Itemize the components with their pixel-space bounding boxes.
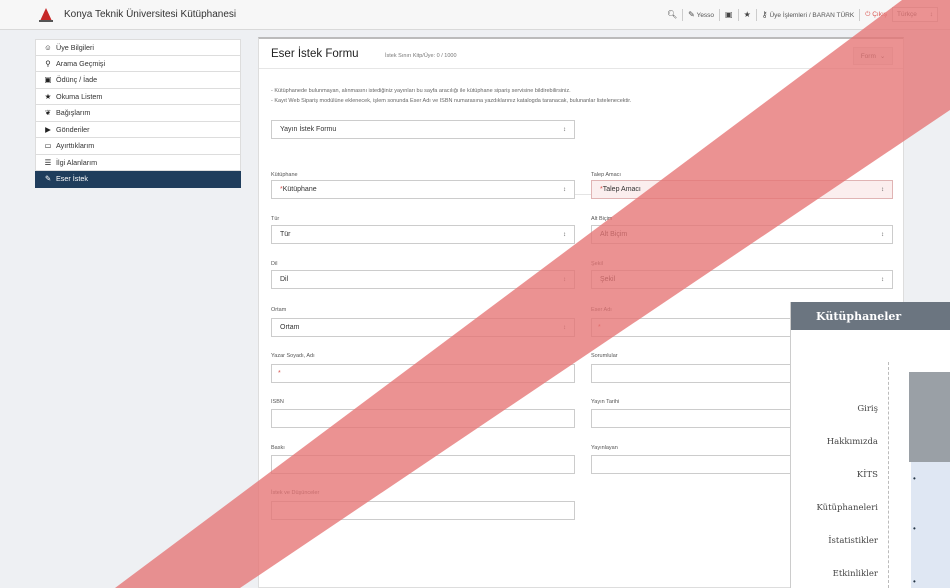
account-menu[interactable]: ⚷ Üye İşlemleri / BARAN TÜRK — [762, 10, 854, 19]
author-input[interactable]: * — [271, 364, 575, 383]
overlay-news-panel — [911, 462, 950, 588]
search-icon[interactable]: 🔍︎ — [667, 10, 677, 19]
sidebar-item-reservations[interactable]: ▭ Ayırttıklarım — [35, 138, 241, 155]
title-label: Eser Adı — [591, 307, 612, 313]
medium-select[interactable]: Ortam ↕ — [271, 318, 575, 337]
overlay-nav: Giriş Hakkımızda KİTS Kütüphaneleri İsta… — [791, 362, 889, 588]
shape-label: Şekil — [591, 261, 603, 267]
exit-button[interactable]: ⏻ Çıkış — [865, 11, 887, 19]
user-icon: ☺ — [44, 42, 52, 52]
library-select[interactable]: *Kütüphane ↕ — [271, 180, 575, 199]
language-label: Dil — [271, 261, 278, 267]
sort-arrows-icon: ↕ — [563, 186, 566, 193]
edition-input[interactable] — [271, 455, 575, 474]
sidebar: ☺ Üye Bilgileri ⚲ Arama Geçmişi ▣ Ödünç / İ… — [35, 39, 241, 188]
sort-arrows-icon: ↕ — [563, 324, 566, 331]
isbn-label: ISBN — [271, 399, 284, 405]
edit-icon: ✎ — [688, 10, 695, 19]
library-label: Kütüphane — [271, 172, 298, 178]
type-select[interactable]: Tür ↕ — [271, 225, 575, 244]
isbn-input[interactable] — [271, 409, 575, 428]
sort-arrows-icon: ↕ — [563, 126, 566, 133]
calendar-icon[interactable]: ▣ — [725, 10, 733, 19]
sidebar-item-request[interactable]: ✎ Eser İstek — [35, 171, 241, 188]
nav-item-events[interactable]: Etkinlikler — [833, 569, 878, 579]
list-icon: ☰ — [44, 157, 52, 167]
sort-arrows-icon: ↕ — [563, 231, 566, 238]
form-type-select[interactable]: Yayın İstek Formu ↕ — [271, 120, 575, 139]
author-label: Yazar Soyadı, Adı — [271, 353, 315, 359]
edition-label: Baskı — [271, 445, 285, 451]
chevron-down-icon: ⌄ — [879, 53, 886, 60]
page-title: Eser İstek Formu — [271, 48, 359, 60]
sidebar-item-donations[interactable]: ❦ Bağışlarım — [35, 105, 241, 122]
subformat-select[interactable]: Alt Biçim ↕ — [591, 225, 893, 244]
sort-arrows-icon: ↕ — [929, 11, 933, 18]
nav-item-statistics[interactable]: İstatistikler — [828, 536, 878, 546]
medium-label: Ortam — [271, 307, 287, 313]
nav-item-libraries[interactable]: Kütüphaneleri — [816, 503, 878, 513]
responsibles-label: Sorumlular — [591, 353, 618, 359]
panel-header: Eser İstek Formu İstek Sınırı Kitp/Üye: … — [259, 39, 903, 69]
overlay-header: Kütüphaneler — [791, 302, 950, 330]
inbox-icon: ▭ — [44, 141, 52, 151]
sort-arrows-icon: ↕ — [881, 186, 884, 193]
library-site-overlay: Kütüphaneler Giriş Hakkımızda KİTS Kütüp… — [790, 302, 950, 588]
gift-icon: ❦ — [44, 108, 52, 118]
university-logo-icon[interactable] — [38, 5, 54, 23]
publish-date-label: Yayın Tarihi — [591, 399, 620, 405]
request-limit: İstek Sınırı Kitp/Üye: 0 / 1000 — [385, 53, 457, 59]
edit-icon: ✎ — [44, 174, 52, 184]
star-icon: ★ — [44, 91, 52, 101]
language-field-select[interactable]: Dil ↕ — [271, 270, 575, 289]
nav-item-about[interactable]: Hakkımızda — [827, 437, 878, 447]
language-select[interactable]: Türkçe ↕ — [892, 7, 938, 22]
type-label: Tür — [271, 216, 280, 222]
overlay-banner — [909, 372, 950, 462]
sort-arrows-icon: ↕ — [881, 276, 884, 283]
sort-arrows-icon: ↕ — [881, 231, 884, 238]
truck-icon: ▶ — [45, 124, 51, 134]
nav-item-home[interactable]: Giriş — [857, 404, 878, 414]
app-title[interactable]: Konya Teknik Üniversitesi Kütüphanesi — [64, 9, 236, 20]
sidebar-item-loans[interactable]: ▣ Ödünç / İade — [35, 72, 241, 89]
top-bar: Konya Teknik Üniversitesi Kütüphanesi 🔍︎… — [0, 0, 950, 30]
comments-input[interactable] — [271, 501, 575, 520]
sidebar-item-interests[interactable]: ☰ İlgi Alanlarım — [35, 154, 241, 171]
key-icon: ⚷ — [761, 10, 768, 19]
info-text: - Kütüphanede bulunmayan, alınmasını ist… — [271, 88, 632, 104]
purpose-select[interactable]: *Talep Amacı ↕ — [591, 180, 893, 199]
purpose-label: Talep Amacı — [591, 172, 621, 178]
calendar-icon: ▣ — [44, 75, 52, 85]
star-icon[interactable]: ★ — [744, 10, 751, 19]
shape-select[interactable]: Şekil ↕ — [591, 270, 893, 289]
form-dropdown-button[interactable]: Form ⌄ — [853, 47, 893, 65]
subformat-label: Alt Biçim — [591, 216, 613, 222]
sidebar-item-search-history[interactable]: ⚲ Arama Geçmişi — [35, 55, 241, 72]
sidebar-item-reading-list[interactable]: ★ Okuma Listem — [35, 88, 241, 105]
power-icon: ⏻ — [865, 10, 871, 18]
sort-arrows-icon: ↕ — [563, 276, 566, 283]
vesso-link[interactable]: ✎ Yesso — [688, 10, 714, 19]
sidebar-item-shipments[interactable]: ▶ Gönderiler — [35, 121, 241, 138]
publisher-label: Yayınlayan — [591, 445, 618, 451]
comments-label: İstek ve Düşünceler — [271, 490, 320, 496]
top-right-toolbar: 🔍︎ ✎ Yesso ▣ ★ ⚷ Üye İşlemleri / BARAN T… — [667, 7, 938, 22]
nav-item-kits[interactable]: KİTS — [857, 470, 878, 480]
sidebar-item-profile[interactable]: ☺ Üye Bilgileri — [35, 39, 241, 56]
search-icon: ⚲ — [45, 58, 51, 68]
